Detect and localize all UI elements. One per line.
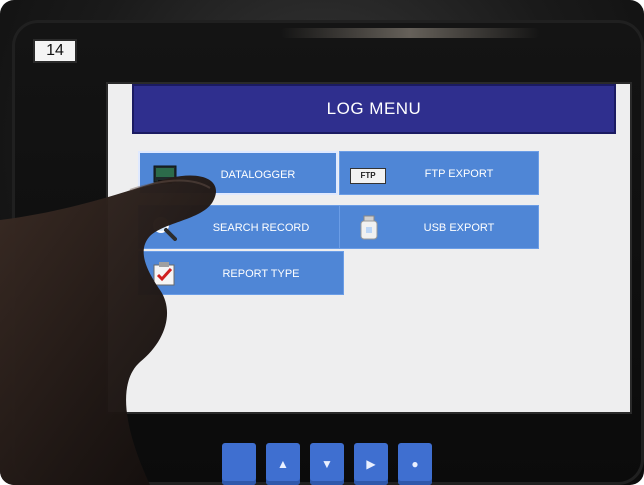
ftp-export-button[interactable]: FTP FTP EXPORT: [339, 151, 539, 195]
step-number-badge: 14: [33, 39, 77, 63]
usb-export-button[interactable]: USB EXPORT: [339, 205, 539, 249]
blank-key-glyph: [222, 443, 256, 485]
bezel-glare: [280, 28, 540, 38]
report-type-label: REPORT TYPE: [222, 268, 300, 280]
right-arrow-icon: ▶: [366, 457, 376, 471]
hardware-keypad: ▲ ▼ ▶ ●: [222, 443, 440, 485]
datalogger-button[interactable]: DATALOGGER: [138, 151, 338, 195]
blank-key[interactable]: [222, 443, 256, 485]
usb-export-label: USB EXPORT: [423, 222, 495, 234]
report-type-button[interactable]: REPORT TYPE: [138, 251, 344, 295]
device-photo: 14 LOG MENU DATALOGGER FTP FTP EXPORT SE…: [0, 0, 644, 485]
down-arrow-key[interactable]: ▼: [310, 443, 344, 485]
log-menu-title: LOG MENU: [132, 84, 616, 134]
enter-dot-icon: ●: [411, 457, 419, 471]
right-arrow-key[interactable]: ▶: [354, 443, 388, 485]
search-record-label: SEARCH RECORD: [212, 222, 310, 234]
enter-key[interactable]: ●: [398, 443, 432, 485]
down-arrow-icon: ▼: [321, 457, 333, 471]
search-record-button[interactable]: SEARCH RECORD: [138, 205, 344, 249]
touch-screen: LOG MENU DATALOGGER FTP FTP EXPORT SEARC…: [108, 84, 630, 412]
ftp-export-label: FTP EXPORT: [424, 168, 494, 180]
up-arrow-icon: ▲: [277, 457, 289, 471]
datalogger-label: DATALOGGER: [220, 169, 296, 181]
up-arrow-key[interactable]: ▲: [266, 443, 300, 485]
